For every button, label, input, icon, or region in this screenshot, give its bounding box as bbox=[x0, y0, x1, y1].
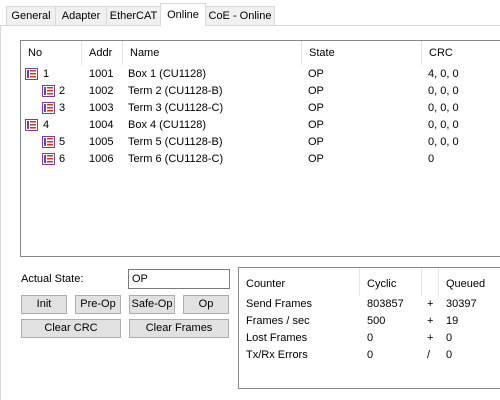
column-header-queued: Queued bbox=[446, 278, 486, 290]
cell-addr: 1001 bbox=[89, 68, 114, 80]
tab-ethercat[interactable]: EtherCAT bbox=[106, 6, 161, 26]
stat-cyclic-value: 0 bbox=[367, 349, 374, 361]
ethercat-terminal-icon bbox=[42, 85, 55, 97]
stat-counter-name: Tx/Rx Errors bbox=[246, 349, 308, 361]
tab-label: EtherCAT bbox=[109, 10, 158, 22]
cell-no: 3 bbox=[59, 102, 66, 114]
tab-label: CoE - Online bbox=[208, 10, 272, 22]
stats-row: Tx/Rx Errors 0 / 0 bbox=[239, 349, 500, 366]
cell-state: OP bbox=[308, 119, 324, 131]
stat-queued-value: 0 bbox=[446, 332, 453, 344]
stat-operator: + bbox=[427, 315, 434, 327]
device-row[interactable]: 5 1005 Term 5 (CU1128-B) OP 0, 0, 0 bbox=[21, 134, 500, 151]
column-header-no[interactable]: No bbox=[21, 41, 82, 65]
column-header-name[interactable]: Name bbox=[123, 41, 302, 65]
stat-counter-name: Send Frames bbox=[246, 298, 313, 310]
tab-label: Adapter bbox=[61, 10, 101, 22]
stat-cyclic-value: 500 bbox=[367, 315, 386, 327]
stat-operator: + bbox=[427, 332, 434, 344]
cell-addr: 1005 bbox=[89, 136, 114, 148]
clear-frames-button[interactable]: Clear Frames bbox=[129, 319, 229, 338]
cell-state: OP bbox=[308, 85, 324, 97]
cell-crc: 0, 0, 0 bbox=[428, 102, 459, 114]
cell-addr: 1006 bbox=[89, 153, 114, 165]
cell-crc: 4, 0, 0 bbox=[428, 68, 459, 80]
column-header-addr[interactable]: Addr bbox=[82, 41, 123, 65]
cell-crc: 0, 0, 0 bbox=[428, 136, 459, 148]
actual-state-label: Actual State: bbox=[21, 273, 84, 285]
cell-no: 6 bbox=[59, 153, 66, 165]
cell-name: Term 2 (CU1128-B) bbox=[128, 85, 223, 97]
stat-queued-value: 0 bbox=[446, 349, 453, 361]
clear-crc-button[interactable]: Clear CRC bbox=[21, 319, 121, 338]
ethercat-box-icon bbox=[25, 119, 38, 131]
stats-row: Send Frames 803857 + 30397 bbox=[239, 298, 500, 315]
actual-state-field: OP bbox=[128, 269, 230, 289]
column-header-state[interactable]: State bbox=[302, 41, 422, 65]
tab-label: General bbox=[11, 10, 51, 22]
stat-cyclic-value: 803857 bbox=[367, 298, 404, 310]
tab-coe-online[interactable]: CoE - Online bbox=[205, 6, 275, 26]
device-row[interactable]: 6 1006 Term 6 (CU1128-C) OP 0 bbox=[21, 151, 500, 168]
cell-no: 2 bbox=[59, 85, 66, 97]
stat-queued-value: 19 bbox=[446, 315, 459, 327]
stat-counter-name: Lost Frames bbox=[246, 332, 308, 344]
stat-cyclic-value: 0 bbox=[367, 332, 374, 344]
op-button[interactable]: Op bbox=[183, 295, 229, 314]
cell-state: OP bbox=[308, 136, 324, 148]
stats-row: Lost Frames 0 + 0 bbox=[239, 332, 500, 349]
ethercat-terminal-icon bbox=[42, 153, 55, 165]
cell-addr: 1004 bbox=[89, 119, 114, 131]
preop-button[interactable]: Pre-Op bbox=[75, 295, 121, 314]
cell-name: Box 4 (CU1128) bbox=[128, 119, 207, 131]
ethercat-terminal-icon bbox=[42, 102, 55, 114]
device-row[interactable]: 3 1003 Term 3 (CU1128-C) OP 0, 0, 0 bbox=[21, 100, 500, 117]
tab-bar: General Adapter EtherCAT Online CoE - On… bbox=[0, 0, 500, 26]
stat-operator: + bbox=[427, 298, 434, 310]
cell-no: 4 bbox=[43, 119, 50, 131]
frame-statistics-list: Counter Cyclic Queued Send Frames 803857… bbox=[238, 267, 500, 389]
cell-name: Term 3 (CU1128-C) bbox=[128, 102, 224, 114]
cell-crc: 0, 0, 0 bbox=[428, 119, 459, 131]
column-separator bbox=[421, 268, 422, 296]
safeop-button[interactable]: Safe-Op bbox=[129, 295, 175, 314]
column-separator bbox=[438, 268, 439, 296]
tab-adapter[interactable]: Adapter bbox=[55, 6, 107, 26]
tab-general[interactable]: General bbox=[6, 6, 56, 26]
column-header-crc[interactable]: CRC bbox=[422, 41, 500, 65]
cell-addr: 1002 bbox=[89, 85, 114, 97]
stat-counter-name: Frames / sec bbox=[246, 315, 310, 327]
cell-no: 1 bbox=[43, 68, 50, 80]
tab-label: Online bbox=[167, 9, 199, 21]
stat-operator: / bbox=[427, 349, 431, 361]
device-row[interactable]: 2 1002 Term 2 (CU1128-B) OP 0, 0, 0 bbox=[21, 83, 500, 100]
cell-no: 5 bbox=[59, 136, 66, 148]
column-separator bbox=[359, 268, 360, 296]
cell-addr: 1003 bbox=[89, 102, 114, 114]
column-header-counter: Counter bbox=[246, 278, 286, 290]
device-row[interactable]: 4 1004 Box 4 (CU1128) OP 0, 0, 0 bbox=[21, 117, 500, 134]
stat-queued-value: 30397 bbox=[446, 298, 477, 310]
tab-online[interactable]: Online bbox=[160, 3, 206, 26]
cell-crc: 0, 0, 0 bbox=[428, 85, 459, 97]
cell-name: Term 5 (CU1128-B) bbox=[128, 136, 223, 148]
cell-crc: 0 bbox=[428, 153, 435, 165]
device-row[interactable]: 1 1001 Box 1 (CU1128) OP 4, 0, 0 bbox=[21, 66, 500, 83]
ethercat-terminal-icon bbox=[42, 136, 55, 148]
cell-name: Box 1 (CU1128) bbox=[128, 68, 207, 80]
stats-row: Frames / sec 500 + 19 bbox=[239, 315, 500, 332]
list-header: No Addr Name State CRC bbox=[21, 41, 500, 65]
cell-state: OP bbox=[308, 153, 324, 165]
cell-state: OP bbox=[308, 68, 324, 80]
device-list[interactable]: No Addr Name State CRC 1 1001 Box 1 (CU1… bbox=[20, 40, 500, 257]
cell-state: OP bbox=[308, 102, 324, 114]
column-header-cyclic: Cyclic bbox=[367, 278, 397, 290]
ethercat-box-icon bbox=[25, 68, 38, 80]
init-button[interactable]: Init bbox=[21, 295, 67, 314]
cell-name: Term 6 (CU1128-C) bbox=[128, 153, 224, 165]
